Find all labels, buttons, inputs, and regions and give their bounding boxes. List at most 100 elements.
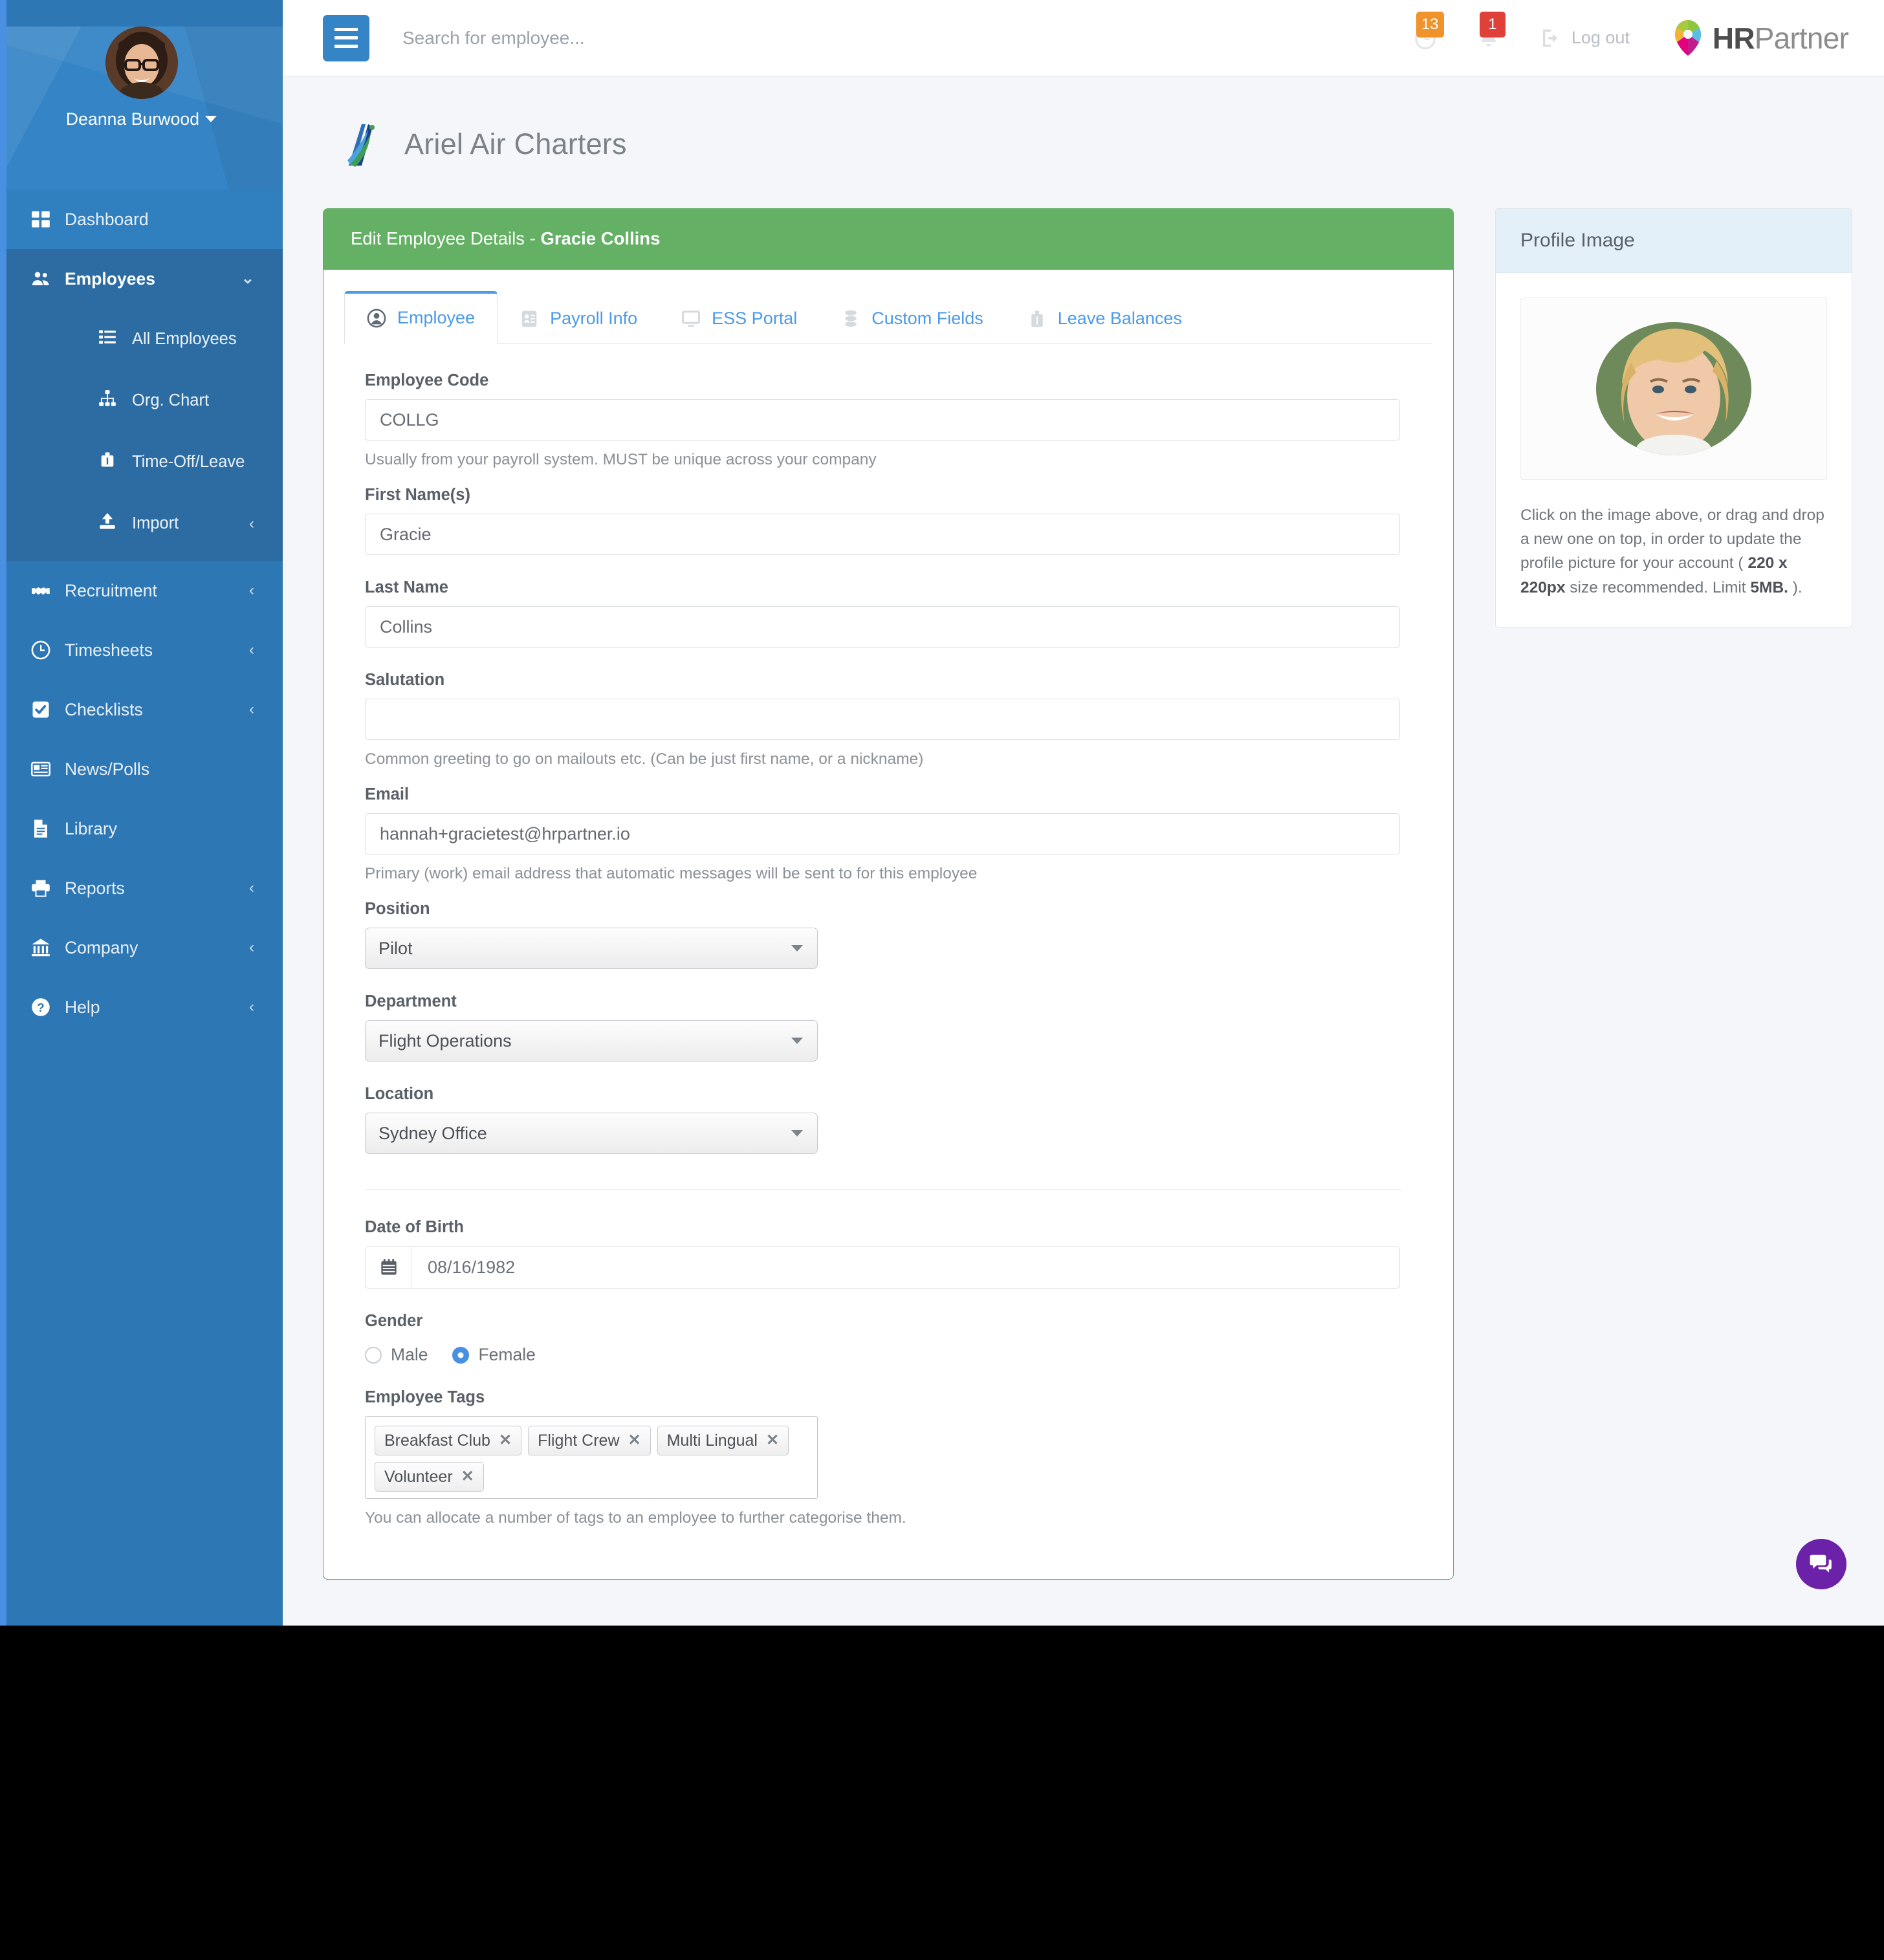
gender-option-female[interactable]: Female xyxy=(452,1345,545,1365)
tasks-button[interactable]: 13 xyxy=(1414,11,1444,50)
remove-tag-icon[interactable]: ✕ xyxy=(766,1433,779,1448)
email-label: Email xyxy=(365,785,410,803)
sidebar-item-checklists[interactable]: Checklists ‹ xyxy=(0,680,283,739)
date-of-birth-input[interactable]: 08/16/1982 xyxy=(365,1246,1400,1289)
tab-ess-portal[interactable]: ESS Portal xyxy=(659,292,819,344)
sidebar-item-recruitment[interactable]: Recruitment ‹ xyxy=(0,561,283,620)
email-input[interactable] xyxy=(365,813,1400,855)
card-title-prefix: Edit Employee Details - xyxy=(351,228,541,248)
tag-label: Multi Lingual xyxy=(666,1431,758,1450)
profile-image-dropzone[interactable] xyxy=(1520,298,1827,480)
notifications-button[interactable]: 1 xyxy=(1477,11,1506,50)
sidebar-item-time-off-leave[interactable]: Time-Off/Leave xyxy=(0,431,283,493)
hrpartner-logo[interactable]: HRPartner xyxy=(1670,18,1849,58)
profile-image-panel-title: Profile Image xyxy=(1496,209,1852,273)
sidebar-item-employees[interactable]: Employees ⌄ xyxy=(0,249,283,309)
date-of-birth-value: 08/16/1982 xyxy=(428,1257,516,1277)
last-name-label: Last Name xyxy=(365,578,448,596)
desktop-icon xyxy=(681,309,701,329)
field-salutation: Salutation Common greeting to go on mail… xyxy=(365,671,1412,768)
tag-chip[interactable]: Breakfast Club ✕ xyxy=(375,1426,522,1455)
chat-icon xyxy=(1810,1554,1832,1573)
remove-tag-icon[interactable]: ✕ xyxy=(499,1433,512,1448)
sidebar-item-dashboard[interactable]: Dashboard xyxy=(0,190,283,249)
gender-radio-group: Male Female xyxy=(365,1345,1412,1365)
logout-button[interactable]: Log out xyxy=(1540,28,1630,49)
position-select[interactable]: Pilot xyxy=(365,928,818,969)
radio-male[interactable] xyxy=(365,1346,382,1364)
tag-chip[interactable]: Volunteer ✕ xyxy=(375,1462,484,1492)
tag-chip[interactable]: Multi Lingual ✕ xyxy=(657,1426,789,1455)
page-title: Ariel Air Charters xyxy=(404,127,627,160)
field-email: Email Primary (work) email address that … xyxy=(365,785,1412,883)
check-square-icon xyxy=(31,700,65,719)
profile-image[interactable] xyxy=(1596,322,1751,455)
tag-chip[interactable]: Flight Crew ✕ xyxy=(528,1426,651,1455)
sidebar-item-library[interactable]: Library xyxy=(0,799,283,858)
tab-custom-fields[interactable]: Custom Fields xyxy=(819,292,1005,344)
chevron-down-icon xyxy=(791,945,803,952)
search-input[interactable] xyxy=(402,27,985,49)
department-select[interactable]: Flight Operations xyxy=(365,1020,818,1062)
user-circle-icon xyxy=(367,309,386,328)
sidebar-item-org-chart[interactable]: Org. Chart xyxy=(0,370,283,431)
sidebar-item-timesheets[interactable]: Timesheets ‹ xyxy=(0,620,283,680)
hamburger-bar xyxy=(334,36,358,39)
employee-code-input[interactable] xyxy=(365,399,1400,441)
bank-icon xyxy=(31,938,65,957)
sidebar-item-company[interactable]: Company ‹ xyxy=(0,918,283,977)
tab-label: ESS Portal xyxy=(712,309,798,328)
salutation-label: Salutation xyxy=(365,671,445,689)
gender-option-male[interactable]: Male xyxy=(365,1345,438,1365)
gender-option-label: Male xyxy=(391,1345,428,1364)
employee-tags-input[interactable]: Breakfast Club ✕ Flight Crew ✕ Multi Lin… xyxy=(365,1416,818,1499)
brand-partner: Partner xyxy=(1754,21,1849,55)
sidebar-user-name-button[interactable]: Deanna Burwood xyxy=(0,109,283,129)
first-name-input[interactable] xyxy=(365,514,1400,555)
tab-employee[interactable]: Employee xyxy=(344,291,498,344)
sidebar-item-help[interactable]: ? Help ‹ xyxy=(0,977,283,1037)
salutation-input[interactable] xyxy=(365,699,1400,740)
tab-leave-balances[interactable]: Leave Balances xyxy=(1005,292,1204,344)
sidebar-item-all-employees[interactable]: All Employees xyxy=(0,309,283,370)
sidebar-item-label: Help xyxy=(65,997,100,1017)
department-label: Department xyxy=(365,992,457,1010)
location-label: Location xyxy=(365,1085,434,1103)
edit-employee-card: Edit Employee Details - Gracie Collins E… xyxy=(323,208,1454,1580)
chevron-down-icon xyxy=(791,1038,803,1044)
section-divider xyxy=(365,1189,1401,1190)
logout-label: Log out xyxy=(1571,28,1630,47)
list-icon xyxy=(98,328,132,351)
question-circle-icon: ? xyxy=(31,997,65,1017)
field-employee-code: Employee Code Usually from your payroll … xyxy=(365,371,1412,469)
sidebar-item-news-polls[interactable]: News/Polls xyxy=(0,739,283,799)
chat-support-button[interactable] xyxy=(1796,1539,1846,1589)
location-select[interactable]: Sydney Office xyxy=(365,1113,818,1154)
sidebar-item-label: All Employees xyxy=(132,330,237,348)
sidebar-item-reports[interactable]: Reports ‹ xyxy=(0,858,283,918)
gender-option-label: Female xyxy=(478,1345,536,1364)
employee-form: Employee Code Usually from your payroll … xyxy=(344,344,1432,1579)
remove-tag-icon[interactable]: ✕ xyxy=(461,1469,474,1485)
handshake-icon xyxy=(31,581,65,600)
sidebar-item-import[interactable]: Import ‹ xyxy=(0,493,283,554)
tag-label: Volunteer xyxy=(384,1467,453,1486)
employee-tags-label: Employee Tags xyxy=(365,1388,485,1406)
chevron-left-icon: ‹ xyxy=(249,939,254,956)
salutation-help: Common greeting to go on mailouts etc. (… xyxy=(365,750,924,768)
radio-female[interactable] xyxy=(452,1346,470,1364)
top-bar-actions: 13 1 Log out HRPartner xyxy=(1414,11,1884,58)
tab-payroll-info[interactable]: Payroll Info xyxy=(498,292,659,344)
remove-tag-icon[interactable]: ✕ xyxy=(628,1433,641,1448)
card-header: Edit Employee Details - Gracie Collins xyxy=(323,209,1453,270)
logout-icon xyxy=(1542,29,1557,47)
hamburger-menu-button[interactable] xyxy=(323,14,369,61)
sidebar-item-label: Company xyxy=(65,937,138,957)
last-name-input[interactable] xyxy=(365,606,1400,648)
sidebar-user-name: Deanna Burwood xyxy=(65,109,200,129)
sidebar-item-label: Dashboard xyxy=(65,209,149,229)
